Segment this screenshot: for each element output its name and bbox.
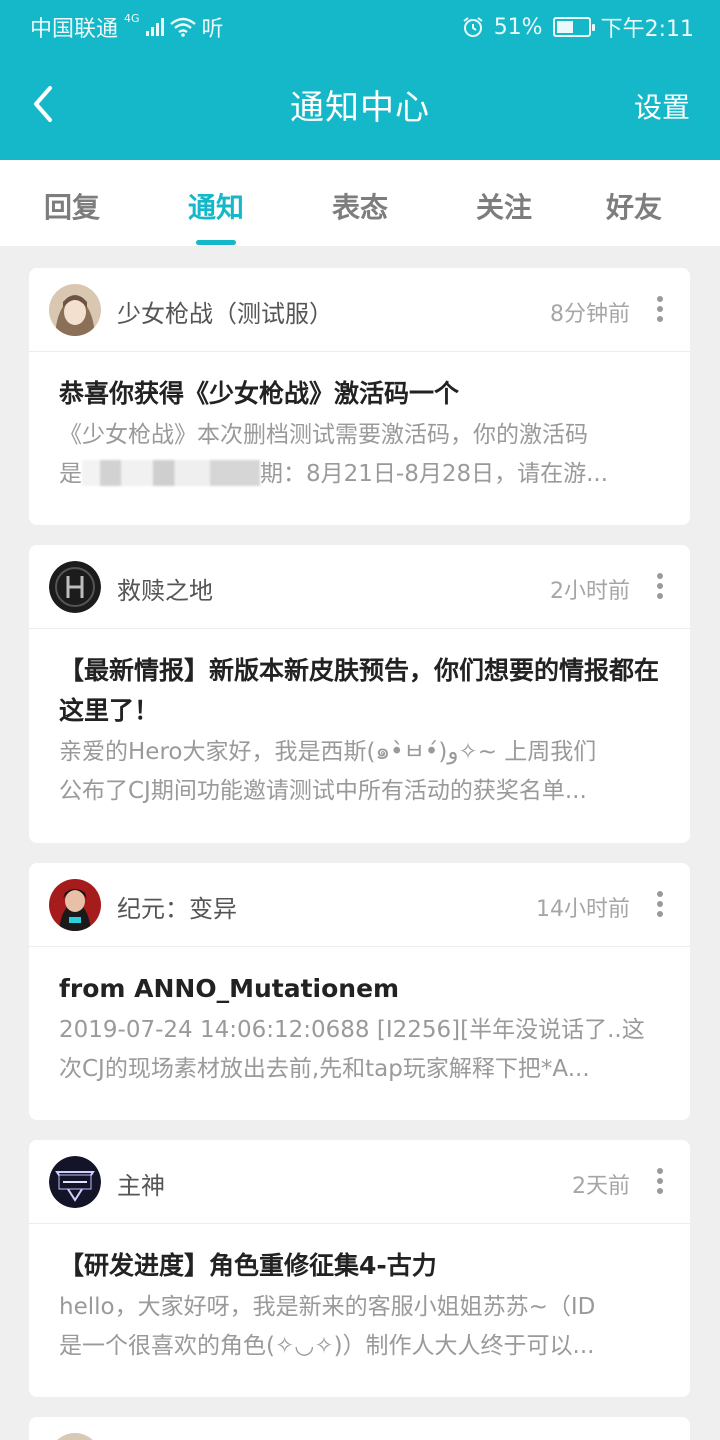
- clock: 下午2:11: [600, 17, 694, 42]
- author-name[interactable]: 主神: [117, 1166, 165, 1201]
- carrier-label: 中国联通: [30, 17, 119, 42]
- snippet-text: 是: [59, 461, 82, 487]
- battery-percent: 51%: [493, 14, 543, 40]
- more-options-icon[interactable]: [656, 891, 664, 919]
- snippet-line: 《少女枪战》本次删档测试需要激活码，你的激活码: [59, 422, 588, 448]
- card-header: 纪元：变异 14小时前: [29, 863, 690, 947]
- avatar[interactable]: [49, 1156, 101, 1208]
- snippet-line: 次CJ的现场素材放出去前,先和tap玩家解释下把*A...: [59, 1056, 590, 1082]
- snippet-line: 公布了CJ期间功能邀请测试中所有活动的获奖名单...: [59, 778, 587, 804]
- author-name[interactable]: 纪元：变异: [117, 889, 237, 924]
- snippet-line: 是 期：8月21日-8月28日，请在游...: [59, 455, 660, 494]
- timestamp: 14小时前: [536, 897, 630, 922]
- card-header: 主神 2天前: [29, 1140, 690, 1224]
- avatar[interactable]: [49, 561, 101, 613]
- notification-list: 少女枪战（测试服） 8分钟前 恭喜你获得《少女枪战》激活码一个 《少女枪战》本次…: [29, 268, 690, 1440]
- network-type: 4G: [124, 11, 140, 25]
- timestamp: 2小时前: [550, 579, 630, 604]
- author-name[interactable]: 救赎之地: [117, 571, 213, 606]
- more-options-icon[interactable]: [656, 573, 664, 601]
- avatar[interactable]: [49, 1433, 101, 1440]
- tab-bar: 回复 通知 表态 关注 好友: [0, 160, 720, 246]
- notification-snippet: hello，大家好呀，我是新来的客服小姐姐苏苏~（ID 是一个很喜欢的角色(✧◡…: [59, 1288, 660, 1366]
- notification-title: 【最新情报】新版本新皮肤预告，你们想要的情报都在这里了！: [59, 656, 660, 725]
- timestamp: 2天前: [572, 1174, 630, 1199]
- tab-notifications[interactable]: 通知: [156, 186, 276, 226]
- settings-button[interactable]: 设置: [634, 86, 690, 126]
- top-bar: 中国联通 4G 听 51% 下午2:11 通知中心 设置: [0, 0, 720, 160]
- active-tab-indicator: [196, 240, 236, 245]
- more-options-icon[interactable]: [656, 1168, 664, 1196]
- avatar[interactable]: [49, 879, 101, 931]
- notification-card[interactable]: 少女枪战（测试服） 8分钟前 恭喜你获得《少女枪战》激活码一个 《少女枪战》本次…: [29, 268, 690, 525]
- snippet-line: 2019-07-24 14:06:12:0688 [I2256][半年没说话了.…: [59, 1017, 645, 1043]
- author-name[interactable]: 少女枪战（测试服）: [117, 294, 333, 329]
- avatar[interactable]: [49, 284, 101, 336]
- notification-card[interactable]: 纪元：变异 14小时前 from ANNO_Mutationem 2019-07…: [29, 863, 690, 1120]
- card-header: 救赎之地 2小时前: [29, 545, 690, 629]
- wifi-icon: [169, 17, 196, 37]
- snippet-text: 期：8月21日-8月28日，请在游...: [260, 461, 609, 487]
- notification-title: 【研发进度】角色重修征集4-古力: [59, 1251, 437, 1280]
- app-bar: 通知中心 设置: [0, 50, 720, 160]
- notification-title: 恭喜你获得《少女枪战》激活码一个: [59, 379, 460, 408]
- card-body: 【最新情报】新版本新皮肤预告，你们想要的情报都在这里了！ 亲爱的Hero大家好，…: [29, 629, 690, 841]
- more-options-icon[interactable]: [656, 296, 664, 324]
- card-body: from ANNO_Mutationem 2019-07-24 14:06:12…: [29, 947, 690, 1119]
- snippet-line: 是一个很喜欢的角色(✧◡✧)）制作人大人终于可以...: [59, 1333, 595, 1359]
- card-header: 少女枪战（测试服） 8分钟前: [29, 268, 690, 352]
- notification-card-partial[interactable]: [29, 1417, 690, 1440]
- card-body: 【研发进度】角色重修征集4-古力 hello，大家好呀，我是新来的客服小姐姐苏苏…: [29, 1224, 690, 1396]
- notification-snippet: 亲爱的Hero大家好，我是西斯(๑•̀ㅂ•́)و✧~ 上周我们 公布了CJ期间功…: [59, 733, 660, 811]
- redacted-code: [82, 459, 260, 486]
- tab-follows[interactable]: 关注: [444, 186, 564, 226]
- tab-replies[interactable]: 回复: [12, 186, 132, 226]
- notification-title: from ANNO_Mutationem: [59, 974, 400, 1003]
- notification-snippet: 2019-07-24 14:06:12:0688 [I2256][半年没说话了.…: [59, 1011, 660, 1089]
- snippet-line: hello，大家好呀，我是新来的客服小姐姐苏苏~（ID: [59, 1294, 596, 1320]
- status-bar: 中国联通 4G 听 51% 下午2:11: [0, 0, 720, 50]
- battery-icon: [552, 17, 595, 37]
- notification-card[interactable]: 主神 2天前 【研发进度】角色重修征集4-古力 hello，大家好呀，我是新来的…: [29, 1140, 690, 1397]
- timestamp: 8分钟前: [550, 302, 630, 327]
- alarm-icon: [463, 17, 483, 37]
- page-title: 通知中心: [290, 88, 430, 128]
- notification-snippet: 《少女枪战》本次删档测试需要激活码，你的激活码 是 期：8月21日-8月28日，请…: [59, 416, 660, 494]
- tab-friends[interactable]: 好友: [574, 186, 694, 226]
- signal-icon: [145, 18, 164, 36]
- tab-reactions[interactable]: 表态: [300, 186, 420, 226]
- card-body: 恭喜你获得《少女枪战》激活码一个 《少女枪战》本次删档测试需要激活码，你的激活码…: [29, 352, 690, 524]
- audio-status: 听: [201, 17, 224, 42]
- snippet-line: 亲爱的Hero大家好，我是西斯(๑•̀ㅂ•́)و✧~ 上周我们: [59, 739, 597, 765]
- notification-card[interactable]: 救赎之地 2小时前 【最新情报】新版本新皮肤预告，你们想要的情报都在这里了！ 亲…: [29, 545, 690, 843]
